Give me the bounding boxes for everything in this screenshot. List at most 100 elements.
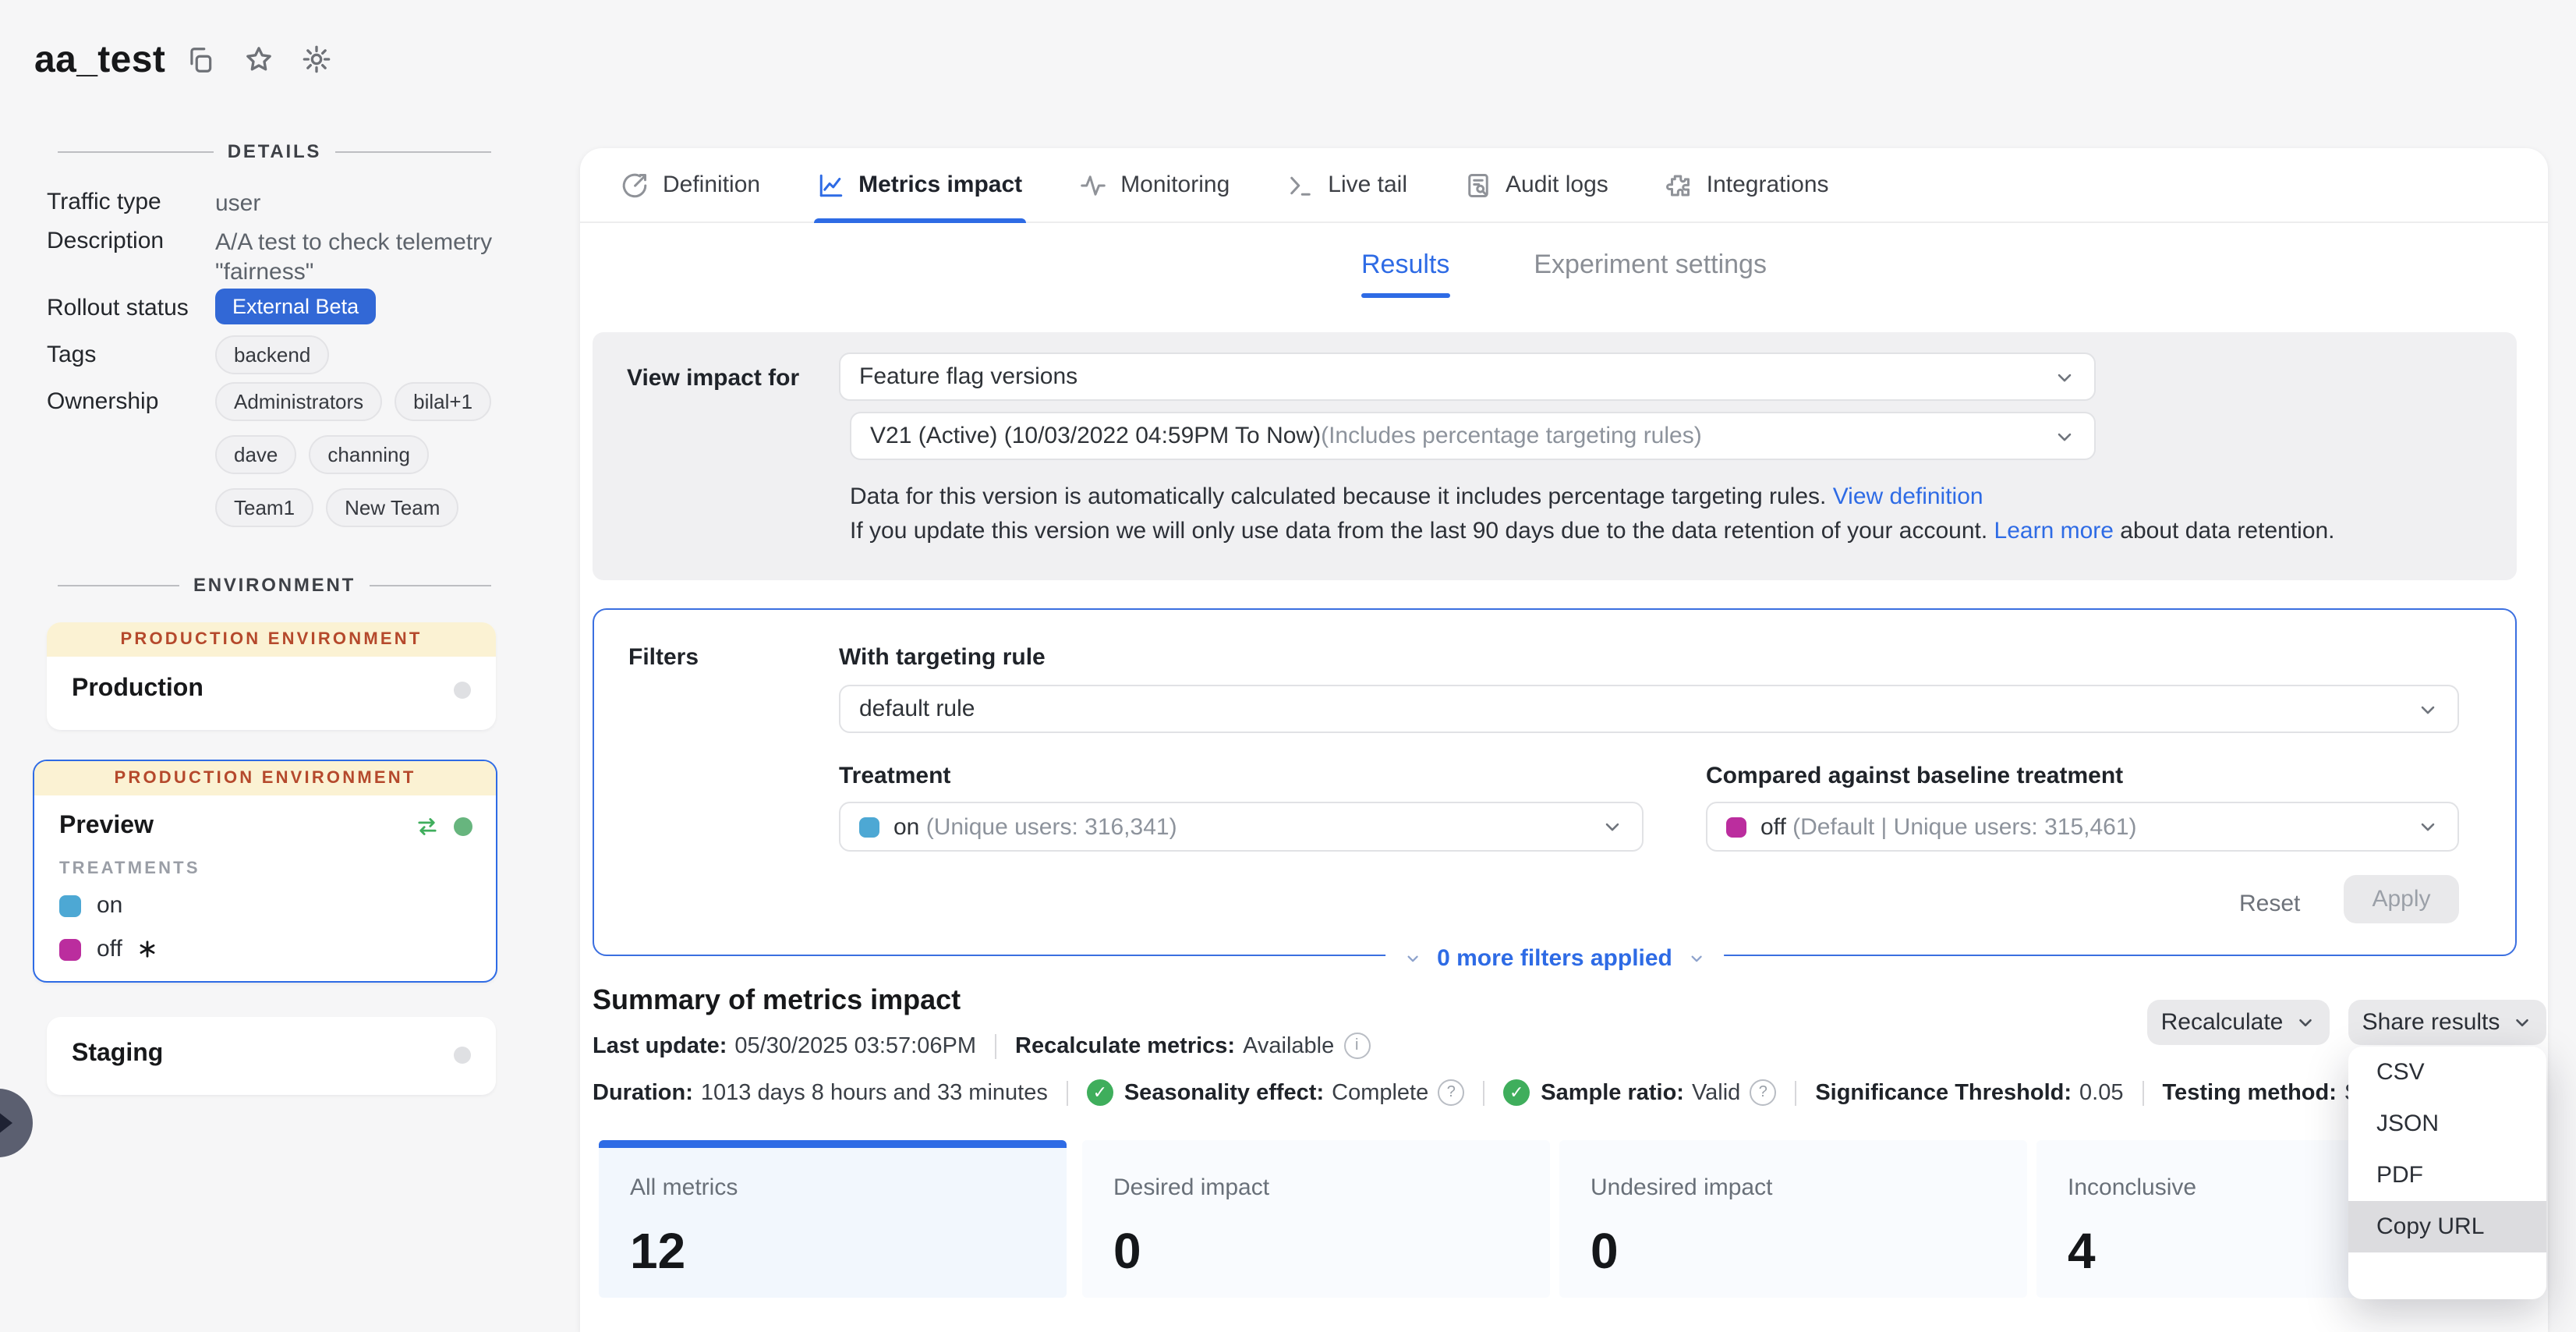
share-results-button[interactable]: Share results [2348, 1000, 2546, 1045]
swap-arrows-icon [415, 816, 440, 838]
targeting-rule-value: default rule [859, 696, 975, 722]
details-section-header: DETAILS [58, 140, 491, 162]
recalculate-button[interactable]: Recalculate [2147, 1000, 2330, 1045]
view-definition-link[interactable]: View definition [1833, 484, 1983, 510]
question-circle-icon[interactable]: ? [1750, 1079, 1776, 1106]
app-viewport: aa_test DETAILS Traffic type user Descri… [0, 0, 2576, 1332]
reset-button[interactable]: Reset [2239, 891, 2300, 917]
description-value: A/A test to check telemetry "fairness" [215, 228, 493, 288]
environment-card-production[interactable]: PRODUCTION ENVIRONMENT Production [47, 622, 496, 730]
impact-type-value: Feature flag versions [859, 363, 1077, 390]
chevron-down-icon [2054, 425, 2075, 447]
tab-definition[interactable]: Definition [621, 148, 760, 221]
impact-type-select[interactable]: Feature flag versions [839, 352, 2096, 401]
subtab-results[interactable]: Results [1361, 250, 1449, 281]
question-circle-icon[interactable]: ? [1438, 1079, 1464, 1106]
tab-live-tail[interactable]: Live tail [1286, 148, 1407, 221]
chevron-down-icon [1601, 816, 1623, 838]
treatments-heading: TREATMENTS [34, 841, 496, 878]
owner-pill[interactable]: Administrators [215, 382, 382, 421]
more-filters-toggle[interactable]: 0 more filters applied [1385, 941, 1724, 975]
filters-label: Filters [628, 644, 699, 671]
environment-heading: ENVIRONMENT [193, 574, 356, 596]
traffic-type-label: Traffic type [47, 189, 161, 215]
chevron-down-icon [2417, 816, 2439, 838]
sample-ratio-label: Sample ratio: [1541, 1080, 1684, 1105]
environment-card-staging[interactable]: Staging [47, 1017, 496, 1095]
retention-info-suffix: about data retention. [2114, 518, 2335, 544]
tab-metrics-impact[interactable]: Metrics impact [816, 148, 1022, 221]
recalculate-metrics-value: Available [1243, 1033, 1334, 1058]
treatment-off-swatch [1726, 817, 1746, 837]
more-filters-label: 0 more filters applied [1437, 944, 1672, 971]
metric-card-label: All metrics [630, 1174, 1035, 1201]
owner-pill[interactable]: channing [309, 435, 429, 474]
learn-more-link[interactable]: Learn more [1994, 518, 2114, 544]
environment-card-preview[interactable]: PRODUCTION ENVIRONMENT Preview TREATMENT… [33, 760, 497, 983]
tab-label: Definition [663, 172, 760, 198]
treatment-select[interactable]: on (Unique users: 316,341) [839, 802, 1644, 852]
apply-button[interactable]: Apply [2344, 875, 2459, 923]
menu-item-csv[interactable]: CSV [2348, 1047, 2546, 1098]
subtab-experiment-settings[interactable]: Experiment settings [1534, 250, 1767, 281]
menu-item-pdf[interactable]: PDF [2348, 1150, 2546, 1201]
treatment-name: on [97, 892, 122, 919]
metric-card-value: 0 [1113, 1223, 1519, 1281]
metric-card-undesired-impact[interactable]: Undesired impact 0 [1559, 1140, 2027, 1298]
favorite-star-icon[interactable] [243, 44, 274, 75]
recalculate-button-label: Recalculate [2161, 1009, 2284, 1036]
owner-pill[interactable]: New Team [326, 488, 458, 527]
recalculate-metrics-label: Recalculate metrics: [1015, 1033, 1235, 1058]
default-treatment-asterisk-icon [138, 939, 158, 959]
settings-gear-icon[interactable] [301, 44, 332, 75]
metric-card-desired-impact[interactable]: Desired impact 0 [1082, 1140, 1550, 1298]
seasonality-value: Complete [1332, 1080, 1428, 1105]
version-select[interactable]: V21 (Active) (10/03/2022 04:59PM To Now)… [850, 412, 2096, 460]
main-content-card: Definition Metrics impact Monitoring Liv… [580, 148, 2548, 1332]
baseline-select[interactable]: off (Default | Unique users: 315,461) [1706, 802, 2459, 852]
info-circle-icon[interactable]: i [1343, 1033, 1370, 1059]
expand-arrow-icon [0, 1112, 12, 1134]
treatment-name: off [97, 936, 122, 962]
rollout-status-label: Rollout status [47, 295, 189, 321]
owner-pill[interactable]: Team1 [215, 488, 313, 527]
owner-pill[interactable]: bilal+1 [395, 382, 491, 421]
menu-item-json[interactable]: JSON [2348, 1098, 2546, 1150]
tab-label: Integrations [1707, 172, 1829, 198]
tab-integrations[interactable]: Integrations [1665, 148, 1829, 221]
copy-icon[interactable] [186, 45, 215, 75]
treatment-value: on [893, 813, 919, 840]
chevron-down-icon [2295, 1012, 2316, 1033]
sidebar-expand-button[interactable] [0, 1089, 33, 1157]
pulse-icon [1078, 171, 1106, 199]
baseline-value: off [1760, 813, 1786, 840]
chevron-down-icon [1688, 949, 1705, 966]
metric-card-value: 12 [630, 1223, 1035, 1281]
treatment-label: Treatment [839, 763, 950, 789]
environment-name: Preview [59, 813, 154, 841]
traffic-type-value: user [215, 189, 260, 218]
sidebar: aa_test DETAILS Traffic type user Descri… [0, 0, 580, 1332]
summary-meta-row-1: Last update: 05/30/2025 03:57:06PM Recal… [593, 1033, 1370, 1059]
target-icon [621, 171, 649, 199]
metric-card-label: Desired impact [1113, 1174, 1519, 1201]
menu-item-copy-url[interactable]: Copy URL [2348, 1201, 2546, 1252]
line-chart-icon [816, 171, 844, 199]
metric-card-label: Undesired impact [1591, 1174, 1996, 1201]
share-results-menu: CSV JSON PDF Copy URL [2348, 1047, 2546, 1299]
version-info-line-2: If you update this version we will only … [850, 518, 2335, 544]
tab-audit-logs[interactable]: Audit logs [1463, 148, 1608, 221]
rollout-status-badge[interactable]: External Beta [215, 289, 376, 324]
owner-pill[interactable]: dave [215, 435, 296, 474]
treatment-row-on: on [34, 878, 496, 919]
environment-section-header: ENVIRONMENT [58, 574, 491, 596]
production-environment-banner: PRODUCTION ENVIRONMENT [34, 761, 496, 795]
description-label: Description [47, 228, 164, 254]
targeting-rule-select[interactable]: default rule [839, 685, 2459, 733]
metric-card-all-metrics[interactable]: All metrics 12 [599, 1140, 1067, 1298]
retention-info-text: If you update this version we will only … [850, 518, 1994, 544]
details-heading: DETAILS [228, 140, 322, 162]
tab-monitoring[interactable]: Monitoring [1078, 148, 1230, 221]
tab-label: Audit logs [1506, 172, 1608, 198]
tag-pill[interactable]: backend [215, 335, 329, 374]
